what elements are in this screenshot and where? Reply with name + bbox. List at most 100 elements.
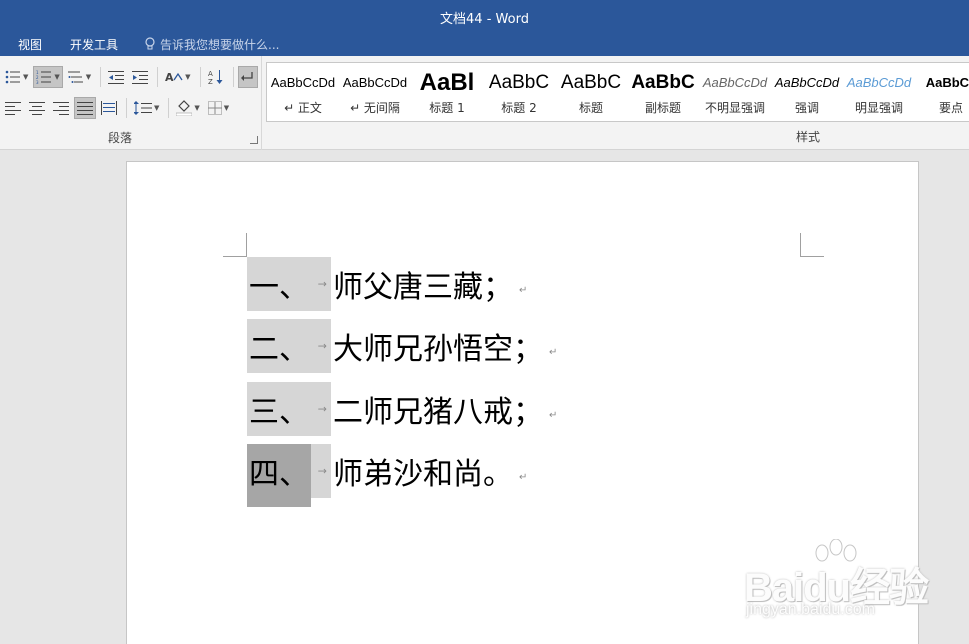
paragraph-dialog-launcher[interactable]	[250, 136, 258, 144]
list-item[interactable]: 二、 → 大师兄孙悟空； ↵	[247, 319, 557, 373]
numbering-button[interactable]: 123 ▼	[33, 66, 63, 88]
sort-button[interactable]: AZ	[205, 66, 227, 88]
style-name: 不明显强调	[704, 101, 765, 115]
svg-text:3: 3	[36, 80, 39, 84]
borders-button[interactable]: ▼	[205, 97, 232, 119]
svg-text:Z: Z	[208, 78, 213, 85]
list-item[interactable]: 三、 → 二师兄猪八戒； ↵	[247, 382, 557, 436]
style-preview: AaBbCcDd	[270, 75, 336, 90]
separator	[199, 67, 201, 87]
separator	[157, 67, 159, 87]
align-right-icon	[53, 102, 69, 115]
list-text[interactable]: 师弟沙和尚。	[331, 449, 513, 493]
decrease-indent-button[interactable]	[105, 66, 127, 88]
lightbulb-icon	[145, 37, 155, 50]
style-name: 强调	[794, 101, 819, 115]
list-number-highlight[interactable]: 一、 →	[247, 257, 331, 311]
style-intense-emphasis[interactable]: AaBbCcDd 明显强调	[843, 63, 915, 121]
style-preview: AaBbC	[488, 72, 550, 93]
align-right-button[interactable]	[50, 97, 72, 119]
bullets-button[interactable]: ▼	[2, 66, 31, 88]
baidu-watermark: Baidu经验 jingyan.baidu.com	[744, 539, 954, 635]
list-text[interactable]: 二师兄猪八戒；	[331, 387, 543, 431]
style-name: 标题 2	[501, 101, 537, 115]
ribbon-tabs: 视图 开发工具 告诉我您想要做什么...	[0, 34, 279, 54]
justify-icon	[77, 102, 93, 115]
style-name: 副标题	[644, 101, 681, 115]
style-preview: AaBbC	[560, 72, 622, 93]
align-center-icon	[29, 102, 45, 115]
style-preview: AaBbCcDd	[342, 75, 408, 90]
tab-view[interactable]: 视图	[18, 36, 42, 53]
distributed-button[interactable]	[98, 97, 120, 119]
align-left-button[interactable]	[2, 97, 24, 119]
ribbon: ▼ 123 ▼ ▼ A ▼ A Z ▼ ▼ ▼ 段落 AaBbCcDd ↵ 正文…	[0, 56, 969, 150]
styles-gallery: AaBbCcDd ↵ 正文 AaBbCcDd ↵ 无间隔 AaBl 标题 1 A…	[266, 62, 969, 122]
tell-me-box[interactable]: 告诉我您想要做什么...	[144, 36, 279, 53]
style-name: 标题	[578, 101, 603, 115]
style-preview: AaBbCc	[925, 75, 969, 90]
separator	[126, 98, 127, 118]
style-emphasis[interactable]: AaBbCcDd 强调	[771, 63, 843, 121]
style-name: 标题 1	[429, 101, 465, 115]
style-heading-1[interactable]: AaBl 标题 1	[411, 63, 483, 121]
style-subtle-emphasis[interactable]: AaBbCcDd 不明显强调	[699, 63, 771, 121]
styles-group-label: 样式	[795, 130, 820, 144]
style-subtitle[interactable]: AaBbC 副标题	[627, 63, 699, 121]
separator	[100, 67, 102, 87]
paragraph-group-label: 段落	[107, 131, 132, 145]
multilevel-list-button[interactable]: ▼	[65, 66, 94, 88]
list-item[interactable]: 四、 → 师弟沙和尚。 ↵	[247, 444, 528, 507]
tab-mark: →	[317, 402, 327, 416]
tab-mark: →	[317, 464, 327, 478]
style-name: 明显强调	[854, 101, 903, 115]
style-heading-2[interactable]: AaBbC 标题 2	[483, 63, 555, 121]
list-item[interactable]: 一、 → 师父唐三藏； ↵	[247, 257, 527, 311]
paragraph-row-1: ▼ 123 ▼ ▼ A ▼ A Z	[2, 65, 260, 89]
increase-indent-icon	[132, 71, 149, 84]
style-title[interactable]: AaBbC 标题	[555, 63, 627, 121]
borders-icon	[207, 101, 222, 115]
style-preview: AaBbCcDd	[846, 75, 912, 90]
decrease-indent-icon	[108, 71, 125, 84]
numbered-list-icon: 123	[36, 70, 52, 84]
list-text[interactable]: 师父唐三藏；	[331, 262, 513, 306]
line-spacing-button[interactable]: ▼	[131, 97, 162, 119]
distributed-icon	[101, 101, 117, 115]
increase-indent-button[interactable]	[129, 66, 151, 88]
tab-mark: →	[317, 277, 327, 291]
list-number-highlight[interactable]: 三、 →	[247, 382, 331, 436]
style-preview: AaBl	[419, 69, 475, 96]
align-center-button[interactable]	[26, 97, 48, 119]
style-no-spacing[interactable]: AaBbCcDd ↵ 无间隔	[339, 63, 411, 121]
margin-corner-top-left	[223, 233, 247, 257]
sort-icon: AZ	[208, 70, 223, 85]
list-number-highlight[interactable]: 四、 →	[247, 444, 331, 507]
style-name: ↵ 正文	[284, 101, 322, 115]
list-number-highlight[interactable]: 二、 →	[247, 319, 331, 373]
text-direction-icon: A	[165, 71, 183, 84]
shading-button[interactable]: ▼	[173, 97, 202, 119]
svg-text:A: A	[208, 70, 213, 78]
align-left-icon	[5, 102, 21, 115]
style-strong[interactable]: AaBbCc 要点	[915, 63, 969, 121]
tab-developer[interactable]: 开发工具	[70, 36, 118, 53]
watermark-url: jingyan.baidu.com	[746, 601, 875, 618]
margin-corner-top-right	[800, 233, 824, 257]
separator	[232, 67, 234, 87]
list-number: 四、	[249, 457, 309, 492]
chinese-layout-button[interactable]: A ▼	[162, 66, 193, 88]
bullet-list-icon	[5, 70, 20, 84]
justify-button[interactable]	[74, 97, 96, 119]
style-preview: AaBbCcDd	[702, 75, 768, 90]
style-name: ↵ 无间隔	[350, 101, 400, 115]
style-name: 要点	[938, 101, 963, 115]
list-text[interactable]: 大师兄孙悟空；	[331, 324, 543, 368]
style-normal[interactable]: AaBbCcDd ↵ 正文	[267, 63, 339, 121]
show-marks-button[interactable]	[237, 66, 258, 88]
list-number: 一、	[249, 270, 309, 305]
paragraph-group: ▼ 123 ▼ ▼ A ▼ A Z ▼ ▼ ▼ 段落	[0, 56, 262, 150]
svg-text:A: A	[165, 71, 174, 84]
paragraph-mark: ↵	[519, 471, 528, 483]
tell-me-placeholder: 告诉我您想要做什么...	[160, 37, 280, 52]
